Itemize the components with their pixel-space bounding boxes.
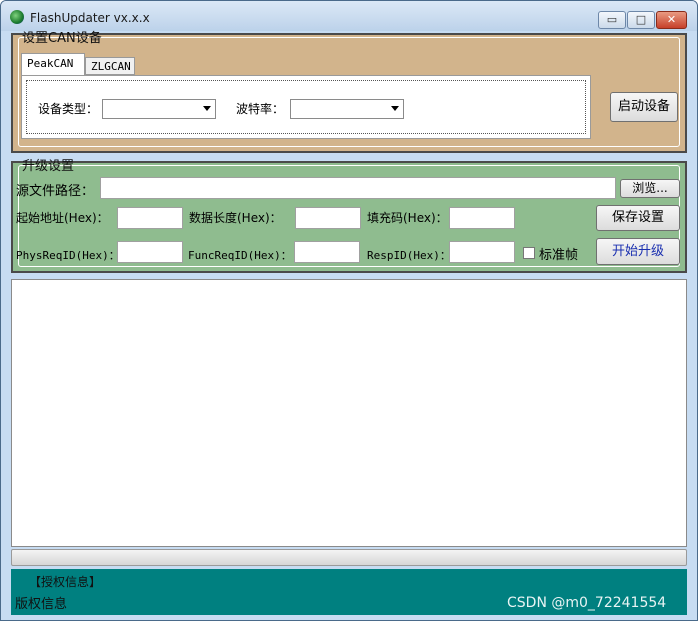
close-button[interactable]: ✕: [656, 11, 687, 29]
maximize-button[interactable]: □: [627, 11, 655, 29]
tab-zlgcan[interactable]: ZLGCAN: [85, 57, 135, 75]
chevron-down-icon: [391, 106, 399, 111]
minimize-button[interactable]: ▭: [598, 11, 626, 29]
device-settings-group: 设置CAN设备 PeakCAN ZLGCAN 设备类型： 波特率： 启动设备: [11, 31, 687, 153]
upgrade-settings-group: 升级设置 源文件路径： 浏览... 起始地址(Hex)： 数据长度(Hex)： …: [11, 159, 687, 273]
app-window: FlashUpdater vx.x.x ▭ □ ✕ 设置CAN设备 PeakCA…: [0, 0, 698, 621]
func-req-id-label: FuncReqID(Hex)：: [188, 249, 292, 262]
app-icon: [10, 10, 24, 24]
close-icon: ✕: [666, 13, 677, 26]
copyright-text: 版权信息: [15, 597, 68, 612]
license-info-panel: 【授权信息】 版权信息 CSDN @m0_72241554: [11, 569, 687, 615]
standard-frame-label: 标准帧: [539, 248, 579, 263]
data-length-input[interactable]: [295, 207, 361, 229]
standard-frame-checkbox[interactable]: [523, 247, 535, 259]
baud-rate-label: 波特率：: [236, 102, 285, 116]
start-device-button[interactable]: 启动设备: [610, 92, 678, 122]
device-type-label: 设备类型：: [38, 102, 99, 116]
source-path-input[interactable]: [100, 177, 616, 199]
upgrade-group-legend: 升级设置: [22, 159, 75, 174]
phys-req-id-label: PhysReqID(Hex)：: [16, 249, 120, 262]
chevron-down-icon: [203, 106, 211, 111]
minimize-icon: ▭: [606, 13, 618, 26]
upgrade-progress-bar: [11, 549, 687, 566]
data-length-label: 数据长度(Hex)：: [189, 211, 282, 225]
fill-code-label: 填充码(Hex)：: [367, 211, 448, 225]
csdn-watermark: CSDN @m0_72241554: [507, 595, 667, 611]
tab-peakcan[interactable]: PeakCAN: [21, 53, 85, 75]
phys-req-id-input[interactable]: [117, 241, 183, 263]
maximize-icon: □: [635, 13, 647, 26]
device-group-legend: 设置CAN设备: [22, 31, 102, 46]
device-type-select[interactable]: [102, 99, 216, 119]
tab-panel: 设备类型： 波特率：: [21, 75, 591, 139]
window-title: FlashUpdater vx.x.x: [30, 11, 150, 25]
func-req-id-input[interactable]: [294, 241, 360, 263]
start-address-input[interactable]: [117, 207, 183, 229]
title-bar[interactable]: FlashUpdater vx.x.x ▭ □ ✕: [1, 1, 697, 31]
source-path-label: 源文件路径：: [16, 184, 95, 199]
baud-rate-select[interactable]: [290, 99, 404, 119]
fill-code-input[interactable]: [449, 207, 515, 229]
resp-id-label: RespID(Hex)：: [367, 249, 451, 262]
log-output-area[interactable]: [11, 279, 687, 547]
resp-id-input[interactable]: [449, 241, 515, 263]
start-address-label: 起始地址(Hex)：: [16, 211, 109, 225]
start-upgrade-button[interactable]: 开始升级: [596, 238, 680, 265]
browse-button[interactable]: 浏览...: [620, 179, 680, 198]
save-settings-button[interactable]: 保存设置: [596, 205, 680, 231]
license-info-title: 【授权信息】: [29, 575, 102, 589]
